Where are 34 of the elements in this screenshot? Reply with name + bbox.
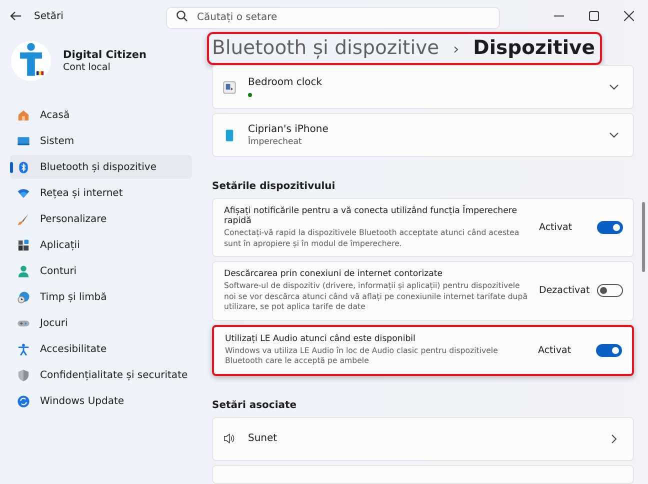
nav-item[interactable]: Confidențialitate și securitate	[10, 363, 192, 387]
setting-title: Descărcarea prin conexiuni de internet contorizate	[224, 269, 444, 280]
section-heading: Setările dispozitivului	[212, 181, 336, 192]
device-status: Împerecheat	[248, 136, 303, 146]
setting-title: Utilizați LE Audio atunci când este disponibil	[225, 334, 416, 344]
toggle-state-label: Activat	[538, 344, 572, 356]
device-card[interactable]: Ciprian's iPhone Împerecheat	[212, 113, 634, 157]
breadcrumb-separator: ›	[453, 40, 460, 58]
nav-item[interactable]: Rețea și internet	[10, 181, 192, 205]
section-heading: Setări asociate	[212, 400, 298, 411]
search-field[interactable]: Căutați o setare	[166, 6, 500, 28]
account-type: Cont local	[63, 62, 112, 73]
device-name: Bedroom clock	[248, 77, 324, 88]
nav-item[interactable]: Conturi	[10, 259, 192, 283]
device-name: Ciprian's iPhone	[248, 124, 330, 134]
toggle-state-label: Activat	[539, 222, 574, 234]
settings-link-card[interactable]: Sunet	[212, 416, 634, 461]
device-card[interactable]: Bedroom clock	[212, 65, 634, 109]
nav-item[interactable]: Aplicații	[10, 233, 192, 257]
toggle-state-label: Dezactivat	[539, 285, 589, 296]
breadcrumb-link[interactable]: Bluetooth și dispozitive	[212, 36, 440, 59]
link-label: Sunet	[248, 433, 278, 444]
profile-name: Digital Citizen	[63, 49, 146, 61]
nav-item[interactable]: Accesibilitate	[10, 337, 192, 361]
window-title: Setări	[34, 10, 64, 22]
nav-item[interactable]: Windows Update	[10, 389, 192, 413]
page-title: Dispozitive	[473, 36, 595, 59]
setting-title: Afișați notificările pentru a vă conecta utilizând funcția Împerechere rapidă	[224, 206, 518, 226]
nav-item[interactable]: Personalizare	[10, 207, 192, 231]
nav-item[interactable]: Acasă	[10, 103, 192, 127]
nav-item[interactable]: Jocuri	[10, 311, 192, 335]
nav-item[interactable]: Timp și limbă	[10, 285, 192, 309]
nav-item[interactable]: Sistem	[10, 129, 192, 153]
nav-item[interactable]: Bluetooth și dispozitive	[10, 155, 192, 179]
